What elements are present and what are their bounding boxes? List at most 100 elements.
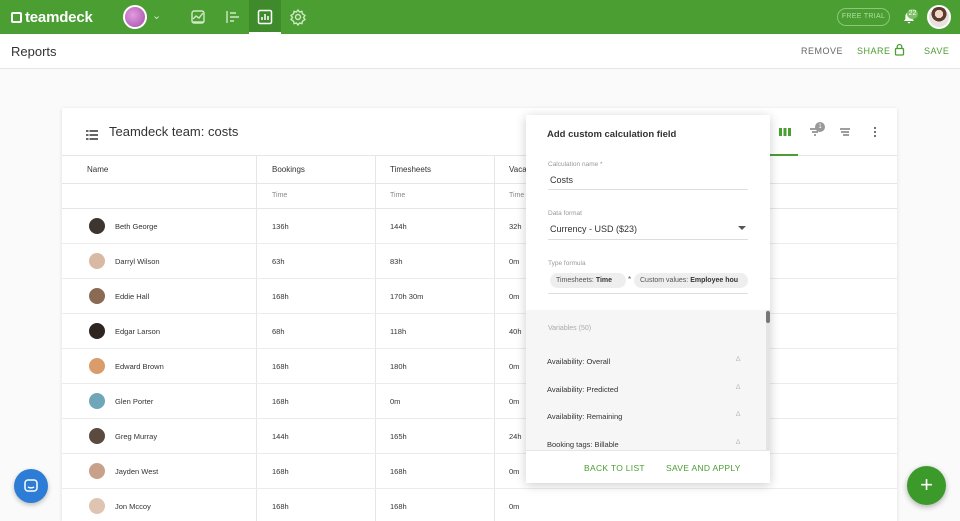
- save-and-apply-button[interactable]: SAVE AND APPLY: [666, 463, 741, 473]
- panel-footer: BACK TO LIST SAVE AND APPLY: [526, 450, 770, 483]
- page-header: Reports REMOVE SHARE SAVE: [0, 34, 960, 69]
- variable-item[interactable]: Availability: Remaining: [547, 412, 622, 421]
- avatar: [89, 393, 105, 409]
- employee-name: Darryl Wilson: [115, 257, 160, 266]
- top-navigation-bar: teamdeck ⌄ FREE TRIAL 22: [0, 0, 960, 34]
- report-title: Teamdeck team: costs: [109, 124, 239, 139]
- avatar: [89, 463, 105, 479]
- employee-name: Jayden West: [115, 467, 159, 476]
- formula-chip-custom-values[interactable]: Custom values: Employee hou: [634, 273, 748, 288]
- bookings-value: 168h: [272, 397, 289, 406]
- avatar: [89, 323, 105, 339]
- add-button[interactable]: +: [907, 466, 946, 505]
- formula-operator: *: [628, 275, 632, 284]
- avatar: [89, 218, 105, 234]
- formula-chip-timesheets[interactable]: Timesheets: Time: [550, 273, 626, 288]
- vacations-value: 24h: [509, 432, 522, 441]
- filter-count-badge: 1: [815, 122, 825, 132]
- avatar: [89, 428, 105, 444]
- employee-name: Glen Porter: [115, 397, 154, 406]
- table-row[interactable]: Greg Murray 144h 165h 24h: [62, 419, 897, 454]
- chat-icon: [24, 479, 38, 492]
- bookings-value: 168h: [272, 467, 289, 476]
- teamdeck-logo[interactable]: teamdeck: [11, 9, 93, 26]
- text-icon: ∆: [736, 356, 741, 363]
- dashboard-icon[interactable]: [189, 8, 207, 26]
- save-button[interactable]: SAVE: [924, 46, 949, 56]
- text-icon: ∆: [736, 411, 741, 418]
- text-icon: ∆: [736, 384, 741, 391]
- table-row[interactable]: Jon Mccoy 168h 168h 0m: [62, 489, 897, 521]
- free-trial-button[interactable]: FREE TRIAL: [837, 8, 890, 26]
- columns-view-icon[interactable]: [778, 125, 792, 139]
- table-row[interactable]: Edgar Larson 68h 118h 40h: [62, 314, 897, 349]
- employee-name: Jon Mccoy: [115, 502, 151, 511]
- page-title: Reports: [11, 44, 57, 59]
- vacations-value: 0m: [509, 362, 520, 371]
- variable-item[interactable]: Availability: Predicted: [547, 385, 618, 394]
- timesheets-value: 144h: [390, 222, 407, 231]
- vacations-value: 0m: [509, 467, 520, 476]
- timesheets-value: 165h: [390, 432, 407, 441]
- table-row[interactable]: Beth George 136h 144h 32h: [62, 209, 897, 244]
- data-format-label: Data format: [548, 210, 582, 217]
- header-divider: [62, 183, 897, 184]
- employee-name: Beth George: [115, 222, 158, 231]
- calculation-name-input[interactable]: Costs: [550, 175, 573, 185]
- vacations-value: 0m: [509, 292, 520, 301]
- active-tool-indicator: [770, 154, 798, 156]
- text-icon: ∆: [736, 439, 741, 446]
- table-row[interactable]: Darryl Wilson 63h 83h 0m: [62, 244, 897, 279]
- variable-item[interactable]: Booking tags: Billable: [547, 440, 619, 449]
- column-header-name[interactable]: Name: [87, 165, 108, 174]
- table-row[interactable]: Jayden West 168h 168h 0m: [62, 454, 897, 489]
- column-header-vacations[interactable]: Vaca: [509, 165, 527, 174]
- variable-item[interactable]: Availability: Overall: [547, 357, 610, 366]
- column-header-bookings[interactable]: Bookings: [272, 165, 305, 174]
- vacations-value: 0m: [509, 257, 520, 266]
- avatar: [89, 288, 105, 304]
- avatar: [89, 498, 105, 514]
- table-row[interactable]: Edward Brown 168h 180h 0m: [62, 349, 897, 384]
- column-header-timesheets[interactable]: Timesheets: [390, 165, 431, 174]
- avatar: [89, 358, 105, 374]
- column-subheader-bookings: Time: [272, 192, 288, 199]
- bookings-value: 168h: [272, 362, 289, 371]
- calculation-name-label: Calculation name *: [548, 161, 603, 168]
- dropdown-arrow-icon[interactable]: [738, 226, 746, 230]
- sort-icon[interactable]: [838, 125, 852, 139]
- data-format-select[interactable]: Currency - USD ($23): [550, 224, 637, 234]
- list-icon: [86, 127, 98, 140]
- remove-button[interactable]: REMOVE: [801, 46, 843, 56]
- column-subheader-timesheets: Time: [390, 192, 406, 199]
- table-row[interactable]: Eddie Hall 168h 170h 30m 0m: [62, 279, 897, 314]
- more-options-icon[interactable]: [868, 125, 882, 139]
- bookings-value: 168h: [272, 292, 289, 301]
- reports-icon[interactable]: [256, 8, 274, 26]
- user-avatar[interactable]: [927, 5, 951, 29]
- employee-name: Edgar Larson: [115, 327, 161, 336]
- bookings-value: 136h: [272, 222, 289, 231]
- panel-title: Add custom calculation field: [547, 129, 677, 140]
- bookings-value: 68h: [272, 327, 285, 336]
- logo-mark-icon: [11, 12, 22, 23]
- back-to-list-button[interactable]: BACK TO LIST: [584, 463, 645, 473]
- lock-icon[interactable]: [894, 43, 905, 56]
- chat-support-button[interactable]: [14, 469, 48, 503]
- column-subheader-vacations: Time: [509, 192, 525, 199]
- share-button[interactable]: SHARE: [857, 46, 891, 56]
- timesheets-value: 118h: [390, 327, 407, 336]
- vacations-value: 0m: [509, 397, 520, 406]
- employee-name: Edward Brown: [115, 362, 164, 371]
- scrollbar-thumb[interactable]: [766, 311, 770, 323]
- settings-gear-icon[interactable]: [289, 8, 307, 27]
- bookings-value: 144h: [272, 432, 289, 441]
- workspace-avatar[interactable]: [123, 5, 147, 29]
- planner-icon[interactable]: [224, 8, 242, 26]
- variables-scrollbar[interactable]: [766, 310, 770, 450]
- table-row[interactable]: Glen Porter 168h 0m 0m: [62, 384, 897, 419]
- notification-badge: 22: [907, 9, 918, 19]
- variables-label: Variables (50): [548, 325, 592, 332]
- chevron-down-icon[interactable]: ⌄: [152, 9, 161, 22]
- timesheets-value: 170h 30m: [390, 292, 424, 301]
